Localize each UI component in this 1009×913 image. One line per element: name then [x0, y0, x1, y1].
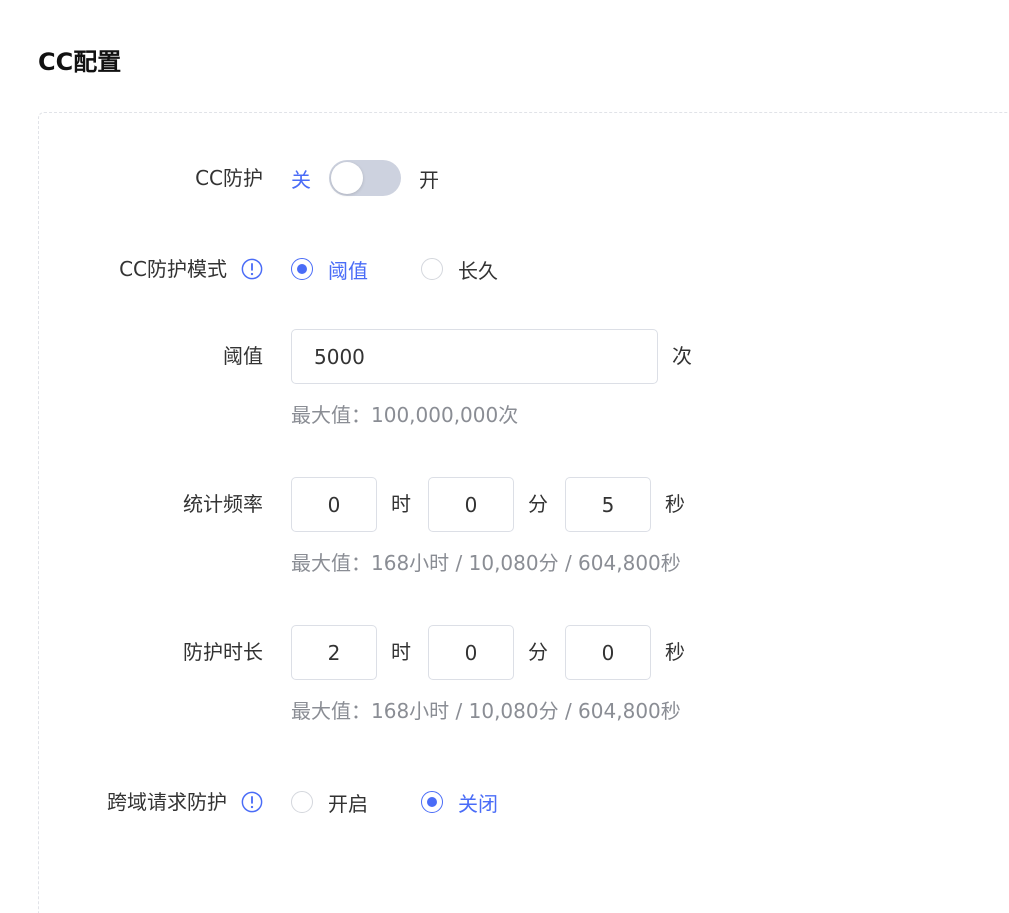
cors-protection-label: 跨域请求防护	[107, 790, 227, 814]
radio-enable-label: 开启	[328, 791, 368, 816]
cc-protection-toggle-group: 关 开	[291, 158, 439, 198]
cors-protection-label-wrap: 跨域请求防护	[107, 782, 263, 822]
radio-circle[interactable]	[421, 791, 443, 813]
protect-duration-hours-input[interactable]	[291, 625, 377, 680]
threshold-label: 阈值	[223, 344, 263, 368]
toggle-on-label: 开	[419, 167, 439, 192]
seconds-unit: 秒	[665, 640, 685, 664]
radio-disable-label: 关闭	[458, 791, 498, 816]
minutes-unit: 分	[528, 640, 548, 664]
radio-threshold-label: 阈值	[328, 258, 368, 283]
radio-circle[interactable]	[421, 258, 443, 280]
threshold-unit: 次	[672, 344, 692, 368]
cors-protection-radio-group: 开启 关闭	[291, 782, 551, 822]
radio-circle[interactable]	[291, 258, 313, 280]
protect-duration-row: 防护时长 时 分 秒 最大值：168小时 / 10,080分 / 604,800…	[0, 625, 1009, 725]
stat-frequency-label: 统计频率	[183, 492, 263, 516]
toggle-off-label: 关	[291, 167, 311, 192]
cc-mode-row: CC防护模式 阈值 长久	[0, 249, 1009, 289]
hours-unit: 时	[391, 640, 411, 664]
cc-protection-label: CC防护	[195, 166, 263, 190]
radio-threshold[interactable]: 阈值	[291, 255, 368, 284]
stat-frequency-seconds-input[interactable]	[565, 477, 651, 532]
page-title: CC配置	[38, 48, 122, 76]
radio-enable[interactable]: 开启	[291, 788, 368, 817]
radio-permanent-label: 长久	[458, 258, 498, 283]
protect-duration-seconds-input[interactable]	[565, 625, 651, 680]
protect-duration-hint: 最大值：168小时 / 10,080分 / 604,800秒	[291, 699, 681, 723]
cc-mode-label-wrap: CC防护模式	[119, 249, 263, 289]
stat-frequency-minutes-input[interactable]	[428, 477, 514, 532]
cc-mode-radio-group: 阈值 长久	[291, 249, 551, 289]
cors-protection-row: 跨域请求防护 开启 关闭	[0, 782, 1009, 822]
hours-unit: 时	[391, 492, 411, 516]
cc-protection-row: CC防护 关 开	[0, 158, 1009, 198]
protect-duration-minutes-input[interactable]	[428, 625, 514, 680]
threshold-input[interactable]	[291, 329, 658, 384]
info-icon[interactable]	[241, 258, 263, 280]
radio-disable[interactable]: 关闭	[421, 788, 498, 817]
minutes-unit: 分	[528, 492, 548, 516]
radio-circle[interactable]	[291, 791, 313, 813]
protect-duration-label: 防护时长	[183, 640, 263, 664]
toggle-knob	[331, 162, 363, 194]
stat-frequency-row: 统计频率 时 分 秒 最大值：168小时 / 10,080分 / 604,800…	[0, 477, 1009, 577]
radio-permanent[interactable]: 长久	[421, 255, 498, 284]
cc-protection-toggle[interactable]	[329, 160, 401, 196]
cc-mode-label: CC防护模式	[119, 257, 227, 281]
threshold-row: 阈值 次 最大值：100,000,000次	[0, 329, 1009, 429]
stat-frequency-hint: 最大值：168小时 / 10,080分 / 604,800秒	[291, 551, 681, 575]
info-icon[interactable]	[241, 791, 263, 813]
seconds-unit: 秒	[665, 492, 685, 516]
stat-frequency-hours-input[interactable]	[291, 477, 377, 532]
threshold-hint: 最大值：100,000,000次	[291, 403, 519, 427]
